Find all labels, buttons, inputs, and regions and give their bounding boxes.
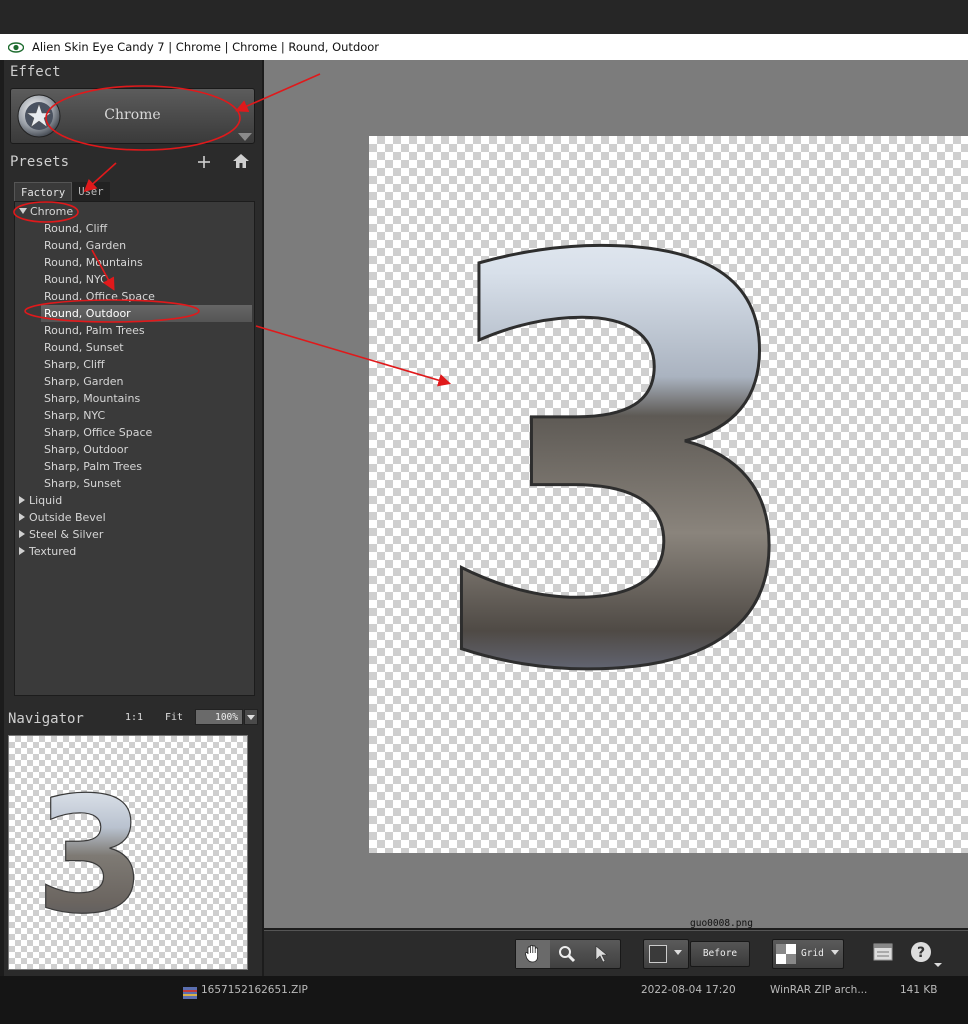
grid-label: Grid	[801, 948, 824, 959]
preset-label: Round, Cliff	[44, 222, 108, 235]
help-icon[interactable]: ?	[910, 941, 942, 973]
grid-dropdown-icon[interactable]	[831, 950, 839, 955]
app-eye-icon	[8, 41, 28, 53]
pointer-tool-icon[interactable]	[584, 940, 618, 968]
preset-label: Sharp, Mountains	[44, 392, 141, 405]
preset-label: Steel & Silver	[29, 528, 104, 541]
preset-label: Round, Office Space	[44, 290, 155, 303]
preset-item[interactable]: Round, Outdoor	[41, 305, 252, 322]
tab-factory[interactable]: Factory	[14, 182, 73, 203]
chrome-preview-glyph: 3	[423, 141, 816, 796]
preset-item[interactable]: Sharp, Outdoor	[41, 441, 252, 458]
expand-down-icon[interactable]	[19, 208, 27, 214]
preview-filename: guo0008.png	[690, 918, 753, 929]
collapsed-right-icon[interactable]	[19, 513, 25, 521]
preset-item[interactable]: Round, Office Space	[41, 288, 252, 305]
preset-label: Liquid	[29, 494, 63, 507]
preset-item[interactable]: Round, NYC	[41, 271, 252, 288]
collapsed-right-icon[interactable]	[19, 496, 25, 504]
preset-item[interactable]: Sharp, Mountains	[41, 390, 252, 407]
presets-heading: Presets	[10, 154, 70, 170]
preset-category[interactable]: Textured	[19, 543, 250, 560]
collapsed-right-icon[interactable]	[19, 530, 25, 538]
preset-item[interactable]: Sharp, NYC	[41, 407, 252, 424]
hand-tool-icon[interactable]	[516, 940, 550, 968]
effect-heading: Effect	[10, 64, 61, 80]
preset-label: Sharp, Outdoor	[44, 443, 129, 456]
zoom-dropdown-icon[interactable]	[244, 709, 258, 725]
preset-label: Round, Outdoor	[44, 307, 131, 320]
file-date: 2022-08-04 17:20	[641, 984, 736, 996]
add-preset-icon[interactable]	[196, 154, 212, 174]
preset-tabs: Factory User	[14, 182, 110, 203]
top-dark-strip	[0, 0, 968, 34]
preset-category[interactable]: Outside Bevel	[19, 509, 250, 526]
preset-label: Round, NYC	[44, 273, 108, 286]
navigator-thumbnail[interactable]: 3	[8, 735, 248, 970]
title-bar: Alien Skin Eye Candy 7 | Chrome | Chrome…	[0, 34, 968, 60]
preset-label: Sharp, Garden	[44, 375, 124, 388]
preset-label: Round, Palm Trees	[44, 324, 145, 337]
grid-selector[interactable]: Grid	[772, 939, 844, 969]
svg-text:?: ?	[917, 945, 925, 961]
home-icon[interactable]	[232, 152, 250, 174]
preset-label: Sharp, Cliff	[44, 358, 105, 371]
winrar-file-icon	[183, 984, 197, 1003]
preset-item[interactable]: Round, Mountains	[41, 254, 252, 271]
preset-label: Round, Sunset	[44, 341, 124, 354]
zoom-level-field[interactable]: 100%	[195, 709, 243, 725]
file-type: WinRAR ZIP arch...	[770, 984, 868, 996]
preset-label: Textured	[29, 545, 77, 558]
window-title: Alien Skin Eye Candy 7 | Chrome | Chrome…	[32, 40, 380, 54]
effect-selector[interactable]: Chrome	[10, 88, 255, 144]
tool-group	[515, 939, 621, 969]
background-color-picker[interactable]	[643, 939, 689, 969]
effect-dropdown-arrow-icon[interactable]	[238, 133, 252, 141]
preset-label: Outside Bevel	[29, 511, 106, 524]
preset-item[interactable]: Sharp, Garden	[41, 373, 252, 390]
navigator-preview-glyph: 3	[34, 761, 147, 949]
preset-tree: Chrome Round, Cliff Round, Garden Round, Mo…	[14, 201, 255, 696]
zoom-tool-icon[interactable]	[550, 940, 584, 968]
preset-label: Sharp, Office Space	[44, 426, 153, 439]
preset-label: Chrome	[30, 205, 74, 218]
preset-label: Sharp, Palm Trees	[44, 460, 142, 473]
background-swatch	[649, 945, 667, 963]
preset-label: Sharp, Sunset	[44, 477, 121, 490]
navigator-heading: Navigator	[8, 711, 84, 727]
svg-text:3: 3	[35, 762, 146, 949]
before-button[interactable]: Before	[690, 941, 750, 967]
preset-item[interactable]: Round, Cliff	[41, 220, 252, 237]
effect-name: Chrome	[104, 107, 161, 123]
file-size: 141 KB	[900, 984, 938, 996]
preset-item[interactable]: Round, Garden	[41, 237, 252, 254]
grid-swatch-icon	[776, 944, 796, 964]
collapsed-right-icon[interactable]	[19, 547, 25, 555]
preset-category[interactable]: Liquid	[19, 492, 250, 509]
preset-category[interactable]: Chrome	[19, 203, 250, 220]
preset-label: Sharp, NYC	[44, 409, 106, 422]
preset-label: Round, Garden	[44, 239, 127, 252]
preset-item[interactable]: Sharp, Office Space	[41, 424, 252, 441]
file-name[interactable]: 1657152162651.ZIP	[201, 984, 308, 996]
preset-label: Round, Mountains	[44, 256, 143, 269]
preset-item[interactable]: Sharp, Palm Trees	[41, 458, 252, 475]
tab-user[interactable]: User	[72, 182, 110, 202]
preset-item[interactable]: Round, Palm Trees	[41, 322, 252, 339]
zoom-fit-button[interactable]: Fit	[165, 712, 183, 723]
preview-canvas[interactable]: 3	[369, 136, 968, 853]
zoom-1to1-button[interactable]: 1:1	[125, 712, 143, 723]
background-dropdown-icon[interactable]	[674, 950, 682, 955]
preset-item[interactable]: Sharp, Sunset	[41, 475, 252, 492]
preset-item[interactable]: Round, Sunset	[41, 339, 252, 356]
panel-layout-icon[interactable]	[873, 943, 893, 965]
preset-category[interactable]: Steel & Silver	[19, 526, 250, 543]
preset-item[interactable]: Sharp, Cliff	[41, 356, 252, 373]
svg-text:3: 3	[424, 142, 814, 794]
